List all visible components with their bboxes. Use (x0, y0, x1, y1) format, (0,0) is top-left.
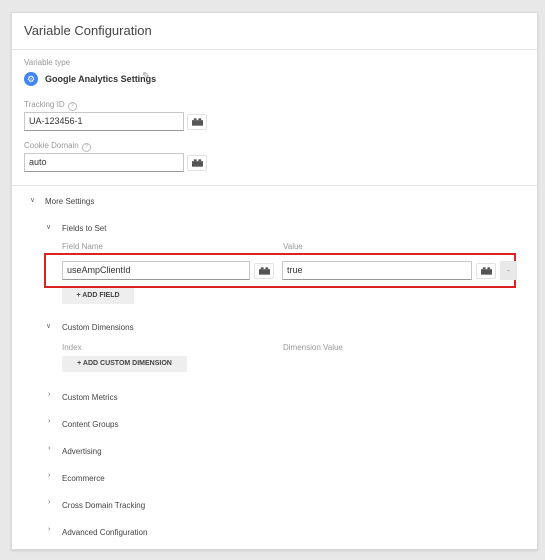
variable-configuration-panel: Variable Configuration Variable type ⚙ G… (11, 12, 538, 550)
pencil-icon[interactable]: ✎ (142, 71, 150, 82)
add-custom-dimension-button[interactable]: + ADD CUSTOM DIMENSION (62, 356, 187, 372)
value-column-header: Value (283, 242, 303, 251)
dimension-value-column-header: Dimension Value (283, 343, 343, 352)
field-value-input[interactable]: true (282, 261, 472, 280)
add-field-button[interactable]: + ADD FIELD (62, 288, 134, 304)
variable-brick-icon[interactable] (187, 155, 207, 171)
advertising-toggle[interactable]: Advertising (62, 447, 102, 456)
tracking-id-label: Tracking ID? (24, 100, 77, 111)
cookie-domain-label: Cookie Domain? (24, 141, 91, 152)
chevron-down-icon[interactable]: ∨ (30, 196, 35, 204)
remove-field-button[interactable]: - (500, 261, 517, 280)
tracking-id-input[interactable]: UA-123456-1 (24, 112, 184, 131)
custom-metrics-toggle[interactable]: Custom Metrics (62, 393, 118, 402)
cookie-domain-input[interactable]: auto (24, 153, 184, 172)
variable-brick-icon[interactable] (476, 263, 496, 279)
help-icon[interactable]: ? (67, 102, 77, 111)
variable-brick-icon[interactable] (254, 263, 274, 279)
variable-type-name: Google Analytics Settings (45, 74, 157, 84)
fields-to-set-toggle[interactable]: Fields to Set (62, 224, 106, 233)
chevron-right-icon[interactable]: › (48, 526, 50, 533)
chevron-right-icon[interactable]: › (48, 445, 50, 452)
custom-dimensions-toggle[interactable]: Custom Dimensions (62, 323, 134, 332)
cross-domain-tracking-toggle[interactable]: Cross Domain Tracking (62, 501, 145, 510)
header-divider (12, 49, 537, 50)
chevron-right-icon[interactable]: › (48, 418, 50, 425)
advanced-configuration-toggle[interactable]: Advanced Configuration (62, 528, 147, 537)
chevron-down-icon[interactable]: ∨ (46, 322, 51, 330)
ecommerce-toggle[interactable]: Ecommerce (62, 474, 105, 483)
chevron-right-icon[interactable]: › (48, 472, 50, 479)
help-icon[interactable]: ? (81, 143, 91, 152)
index-column-header: Index (62, 343, 82, 352)
variable-type-label: Variable type (24, 58, 71, 67)
gear-icon: ⚙ (24, 72, 38, 86)
field-name-column-header: Field Name (62, 242, 103, 251)
panel-title: Variable Configuration (24, 23, 152, 38)
field-name-input[interactable]: useAmpClientId (62, 261, 250, 280)
section-divider (12, 185, 537, 186)
chevron-right-icon[interactable]: › (48, 391, 50, 398)
chevron-right-icon[interactable]: › (48, 499, 50, 506)
variable-brick-icon[interactable] (187, 114, 207, 130)
content-groups-toggle[interactable]: Content Groups (62, 420, 118, 429)
chevron-down-icon[interactable]: ∨ (46, 223, 51, 231)
more-settings-toggle[interactable]: More Settings (45, 197, 94, 206)
